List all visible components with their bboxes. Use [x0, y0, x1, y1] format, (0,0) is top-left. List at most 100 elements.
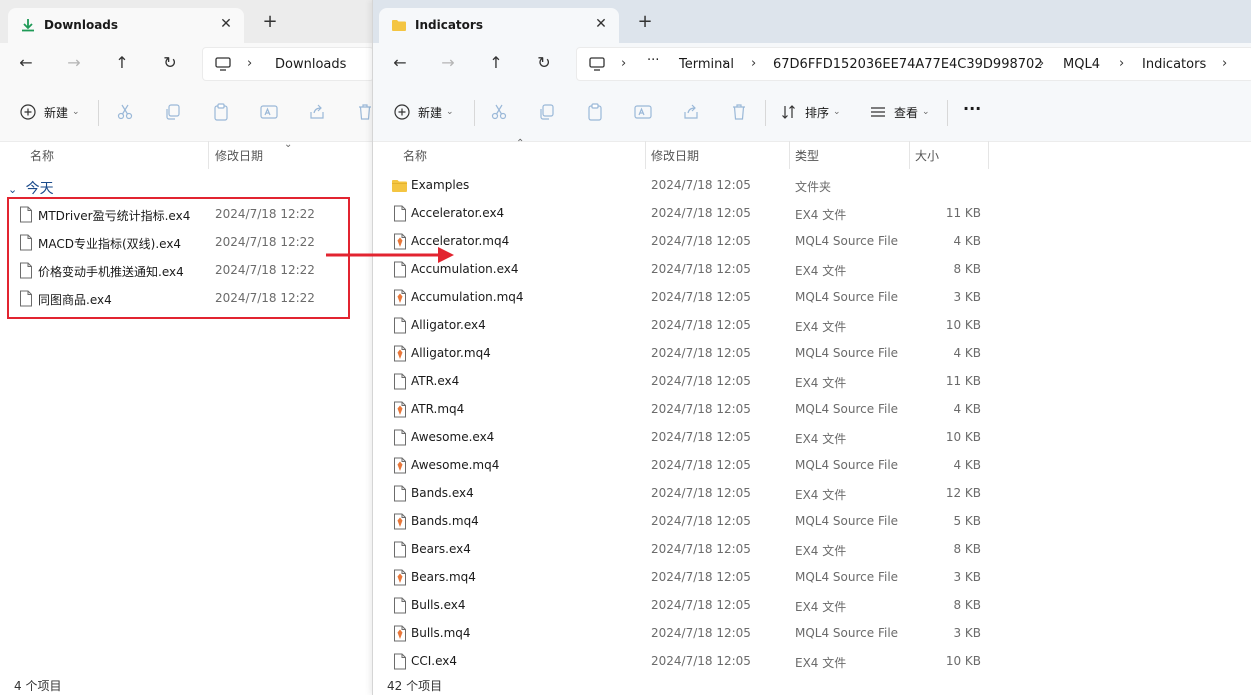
forward-icon[interactable]: →	[62, 51, 86, 75]
file-size: 8 KB	[953, 542, 981, 556]
breadcrumb-downloads[interactable]: Downloads	[275, 57, 346, 72]
cut-icon[interactable]	[490, 103, 508, 121]
view-button[interactable]: 查看 ⌄	[870, 101, 930, 123]
up-icon[interactable]: ↑	[484, 51, 508, 75]
file-date: 2024/7/18 12:05	[651, 290, 751, 304]
breadcrumb-terminal[interactable]: Terminal	[679, 57, 734, 72]
status-bar: 4 个项目	[0, 675, 372, 695]
group-header-today[interactable]: ⌄ 今天	[8, 178, 54, 198]
file-row[interactable]: Bands.ex4 2024/7/18 12:05 EX4 文件 12 KB	[373, 479, 1251, 507]
delete-icon[interactable]	[730, 103, 748, 121]
folder-icon	[392, 180, 407, 192]
file-row[interactable]: Accumulation.mq4 2024/7/18 12:05 MQL4 Sour…	[373, 283, 1251, 311]
more-options-icon[interactable]: ···	[963, 97, 981, 119]
file-row[interactable]: ATR.mq4 2024/7/18 12:05 MQL4 Source File 4 …	[373, 395, 1251, 423]
close-tab-icon[interactable]: ✕	[591, 14, 611, 34]
breadcrumb-mql4[interactable]: MQL4	[1063, 57, 1100, 72]
column-divider[interactable]	[645, 141, 646, 169]
file-date: 2024/7/18 12:05	[651, 654, 751, 668]
sort-button[interactable]: 排序 ⌄	[781, 101, 841, 123]
divider	[947, 100, 948, 126]
column-name[interactable]: 名称	[30, 147, 54, 164]
group-label: 今天	[25, 181, 54, 197]
file-row[interactable]: Bands.mq4 2024/7/18 12:05 MQL4 Source File…	[373, 507, 1251, 535]
file-row[interactable]: Bulls.ex4 2024/7/18 12:05 EX4 文件 8 KB	[373, 591, 1251, 619]
column-size[interactable]: 大小	[915, 147, 939, 164]
refresh-icon[interactable]: ↻	[158, 51, 182, 75]
copy-icon[interactable]	[164, 103, 182, 121]
breadcrumb-indicators[interactable]: Indicators	[1142, 57, 1206, 72]
address-bar[interactable]: › ··· › Terminal › 67D6FFD152036EE74A77E…	[576, 47, 1251, 81]
file-type: MQL4 Source File	[795, 234, 899, 248]
file-size: 4 KB	[953, 458, 981, 472]
tab-indicators[interactable]: Indicators ✕	[379, 8, 619, 43]
breadcrumb-more[interactable]: ···	[647, 53, 659, 68]
file-date: 2024/7/18 12:05	[651, 346, 751, 360]
file-row[interactable]: Bears.mq4 2024/7/18 12:05 MQL4 Source File…	[373, 563, 1251, 591]
file-row[interactable]: Alligator.mq4 2024/7/18 12:05 MQL4 Source …	[373, 339, 1251, 367]
column-name[interactable]: 名称	[403, 147, 427, 164]
new-button[interactable]: 新建 ⌄	[20, 101, 80, 123]
forward-icon[interactable]: →	[436, 51, 460, 75]
download-icon	[22, 19, 34, 32]
rename-icon[interactable]	[634, 103, 652, 121]
file-name: Bears.ex4	[411, 542, 471, 556]
highlight-box	[7, 197, 350, 319]
cut-icon[interactable]	[116, 103, 134, 121]
breadcrumb-terminal-id[interactable]: 67D6FFD152036EE74A77E4C39D998702	[773, 57, 1043, 72]
column-divider[interactable]	[988, 141, 989, 169]
column-divider[interactable]	[789, 141, 790, 169]
sort-icon	[782, 105, 795, 119]
file-row[interactable]: Accelerator.mq4 2024/7/18 12:05 MQL4 Sourc…	[373, 227, 1251, 255]
file-row[interactable]: Bulls.mq4 2024/7/18 12:05 MQL4 Source File…	[373, 619, 1251, 647]
view-list-icon	[871, 107, 885, 117]
new-button[interactable]: 新建 ⌄	[394, 101, 454, 123]
file-row[interactable]: Alligator.ex4 2024/7/18 12:05 EX4 文件 10 KB	[373, 311, 1251, 339]
file-row[interactable]: Awesome.ex4 2024/7/18 12:05 EX4 文件 10 KB	[373, 423, 1251, 451]
tab-title: Downloads	[44, 18, 119, 32]
chevron-right-icon: ›	[1039, 56, 1045, 71]
file-size: 10 KB	[945, 654, 981, 668]
tab-downloads[interactable]: Downloads ✕	[8, 8, 244, 43]
file-row[interactable]: Bears.ex4 2024/7/18 12:05 EX4 文件 8 KB	[373, 535, 1251, 563]
file-date: 2024/7/18 12:05	[651, 374, 751, 388]
file-row[interactable]: CCI.ex4 2024/7/18 12:05 EX4 文件 10 KB	[373, 647, 1251, 675]
refresh-icon[interactable]: ↻	[532, 51, 556, 75]
file-icon	[394, 373, 406, 390]
share-icon[interactable]	[682, 103, 700, 121]
address-bar[interactable]: › Downloads	[202, 47, 372, 81]
delete-icon[interactable]	[356, 103, 372, 121]
up-icon[interactable]: ↑	[110, 51, 134, 75]
paste-icon[interactable]	[586, 103, 604, 121]
file-type: MQL4 Source File	[795, 514, 899, 528]
file-type: 文件夹	[795, 180, 832, 194]
column-header: ⌃ 名称 修改日期 类型 大小	[373, 138, 1251, 169]
command-bar: 新建 ⌄	[373, 83, 1251, 142]
file-row[interactable]: Examples 2024/7/18 12:05 文件夹	[373, 171, 1251, 199]
close-tab-icon[interactable]: ✕	[216, 14, 236, 34]
file-type: EX4 文件	[795, 264, 847, 278]
column-type[interactable]: 类型	[795, 147, 819, 164]
paste-icon[interactable]	[212, 103, 230, 121]
file-row[interactable]: Accumulation.ex4 2024/7/18 12:05 EX4 文件 8 K…	[373, 255, 1251, 283]
tab-bar: Indicators ✕ +	[373, 0, 1251, 43]
column-divider[interactable]	[208, 141, 209, 169]
back-icon[interactable]: ←	[388, 51, 412, 75]
new-tab-button[interactable]: +	[635, 12, 655, 32]
new-tab-button[interactable]: +	[260, 12, 280, 32]
file-date: 2024/7/18 12:05	[651, 514, 751, 528]
column-date[interactable]: 修改日期	[651, 147, 699, 164]
file-row[interactable]: Accelerator.ex4 2024/7/18 12:05 EX4 文件 11 K…	[373, 199, 1251, 227]
copy-icon[interactable]	[538, 103, 556, 121]
column-date[interactable]: 修改日期	[215, 147, 263, 164]
file-icon	[394, 597, 406, 614]
file-row[interactable]: ATR.ex4 2024/7/18 12:05 EX4 文件 11 KB	[373, 367, 1251, 395]
rename-icon[interactable]	[260, 103, 278, 121]
back-icon[interactable]: ←	[14, 51, 38, 75]
chevron-right-icon: ›	[751, 56, 757, 71]
file-row[interactable]: Awesome.mq4 2024/7/18 12:05 MQL4 Source Fi…	[373, 451, 1251, 479]
column-divider[interactable]	[909, 141, 910, 169]
share-icon[interactable]	[308, 103, 326, 121]
indicators-window: Indicators ✕ + ← → ↑ ↻ › ··· › Terminal …	[372, 0, 1251, 695]
divider	[474, 100, 475, 126]
